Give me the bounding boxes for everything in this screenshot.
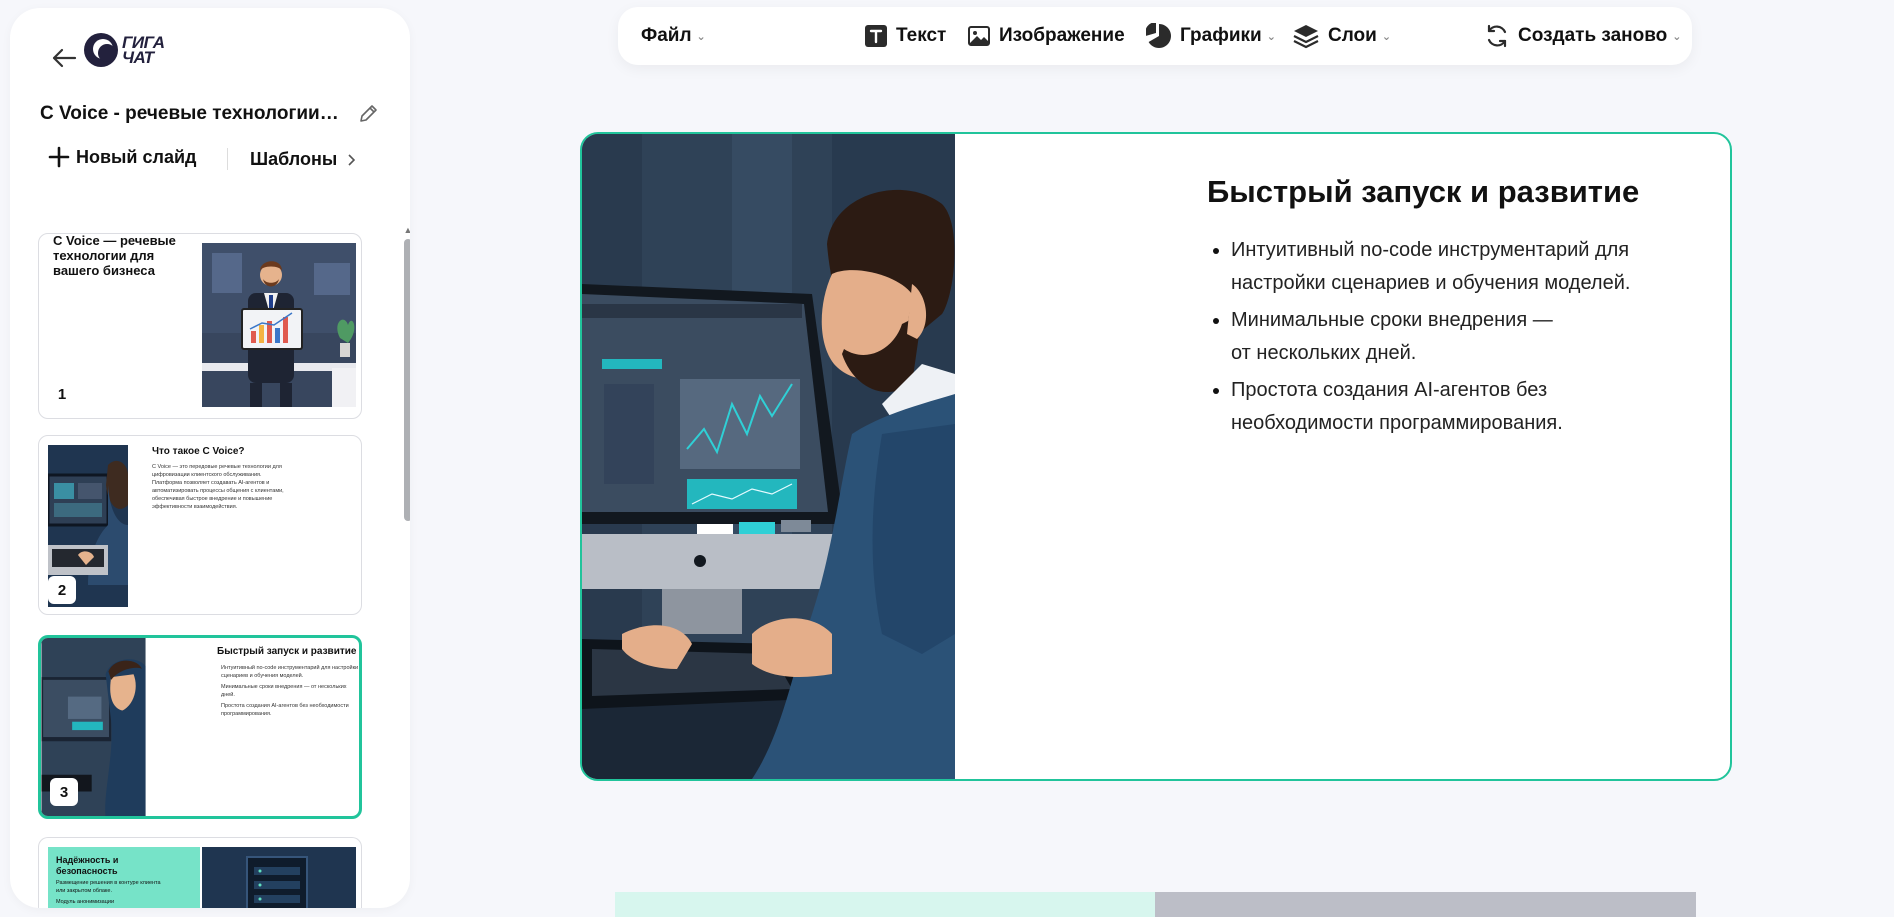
next-slide-panel-left — [615, 892, 1155, 917]
next-slide-panel-right — [1155, 892, 1696, 917]
slide-bullet[interactable]: Простота создания AI-агентов без необход… — [1207, 374, 1707, 440]
image-icon — [968, 26, 990, 46]
thumb-bullet: Простота создания AI-агентов без необход… — [221, 703, 349, 717]
logo-mark-icon — [84, 33, 118, 67]
file-menu-label: Файл — [641, 25, 692, 46]
thumb-bullet: Размещение решения в контуре клиента или… — [56, 880, 161, 894]
thumb-panel: Надёжность и безопасность Размещение реш… — [48, 847, 200, 908]
thumb-title: Надёжность и безопасность — [56, 855, 119, 876]
thumb-bullets: Размещение решения в контуре клиента или… — [56, 879, 166, 906]
pie-chart-icon — [1146, 23, 1171, 48]
thumb-title: С Voice — речевые технологии для вашего … — [53, 233, 176, 278]
new-slide-label: Новый слайд — [76, 146, 197, 167]
scroll-thumb[interactable] — [404, 239, 410, 521]
arrow-left-icon — [52, 48, 77, 68]
slide-canvas[interactable]: Быстрый запуск и развитие Интуитивный no… — [580, 132, 1732, 781]
layers-icon — [1293, 25, 1319, 49]
text-icon — [865, 25, 887, 47]
gigachat-logo[interactable]: ГИГА ЧАТ — [84, 33, 165, 67]
thumb-bullets: Интуитивный no-code инструментарий для н… — [221, 664, 359, 718]
regenerate-menu[interactable]: Создать заново ⌄ — [1484, 7, 1682, 65]
slide-title[interactable]: Быстрый запуск и развитие — [1207, 174, 1639, 210]
regenerate-label: Создать заново — [1518, 25, 1668, 46]
scroll-up-icon[interactable]: ▲ — [403, 226, 410, 235]
layers-menu-label: Слои — [1328, 25, 1377, 46]
pencil-icon — [360, 105, 377, 122]
editor-toolbar: Файл ⌄ Текст Изображение Графики ⌄ Слои … — [618, 7, 1692, 65]
thumb-title: Что такое С Voice? — [152, 446, 245, 457]
next-slide-preview[interactable] — [615, 892, 1696, 917]
new-slide-button[interactable]: Новый слайд — [48, 146, 196, 168]
sidebar: ГИГА ЧАТ С Voice - речевые технологии ..… — [10, 8, 410, 908]
slide-number: 1 — [48, 380, 76, 408]
templates-button[interactable]: Шаблоны — [250, 149, 356, 170]
text-tool-label: Текст — [896, 25, 947, 46]
divider — [227, 148, 228, 170]
slide-thumbnail-1[interactable]: С Voice — речевые технологии для вашего … — [38, 233, 362, 419]
thumb-bullet: Интуитивный no-code инструментарий для н… — [221, 665, 359, 679]
back-button[interactable] — [40, 38, 88, 78]
file-menu[interactable]: Файл ⌄ — [641, 7, 706, 65]
refresh-icon — [1487, 24, 1507, 48]
layers-menu[interactable]: Слои ⌄ — [1292, 7, 1391, 65]
slide-number: 2 — [48, 576, 76, 604]
thumb-title: Быстрый запуск и развитие — [217, 646, 357, 657]
chevron-down-icon: ⌄ — [1266, 30, 1276, 43]
rename-button[interactable] — [357, 103, 381, 127]
image-tool-label: Изображение — [999, 25, 1125, 46]
text-tool[interactable]: Текст — [864, 7, 946, 65]
chevron-down-icon: ⌄ — [1672, 30, 1682, 43]
thumb-bullet: Модуль анонимизации — [56, 899, 115, 905]
thumb-bullet: Минимальные сроки внедрения — от несколь… — [221, 684, 347, 698]
slide-thumbnail-3[interactable]: Быстрый запуск и развитие Интуитивный no… — [38, 635, 362, 819]
chevron-down-icon: ⌄ — [1381, 30, 1392, 43]
templates-label: Шаблоны — [250, 149, 338, 169]
slide-bullet[interactable]: Интуитивный no-code инструментарий для н… — [1207, 234, 1707, 300]
thumb-illustration-presenter — [202, 243, 356, 407]
slide-illustration-developer[interactable] — [582, 134, 955, 779]
thumb-illustration-server — [202, 847, 356, 908]
slide-bullet[interactable]: Минимальные сроки внедрения — от несколь… — [1207, 304, 1707, 370]
slide-thumbnail-2[interactable]: Что такое С Voice? С Voice — это передов… — [38, 435, 362, 615]
charts-menu[interactable]: Графики ⌄ — [1146, 7, 1276, 65]
thumb-body: С Voice — это передовые речевые технолог… — [152, 464, 284, 510]
scroll-down-icon[interactable]: ▼ — [403, 898, 410, 907]
presentation-title: С Voice - речевые технологии ... — [40, 103, 340, 124]
chevron-right-icon — [348, 153, 356, 166]
image-tool[interactable]: Изображение — [967, 7, 1125, 65]
plus-icon — [48, 146, 70, 168]
slide-number: 3 — [50, 778, 78, 806]
charts-menu-label: Графики — [1180, 25, 1262, 46]
thumbnail-scrollbar[interactable]: ▲ ▼ — [403, 226, 410, 907]
logo-text: ГИГА ЧАТ — [122, 33, 165, 67]
slide-bullet-list[interactable]: Интуитивный no-code инструментарий для н… — [1207, 234, 1707, 444]
chevron-down-icon: ⌄ — [696, 30, 706, 43]
slide-thumbnail-4[interactable]: Надёжность и безопасность Размещение реш… — [38, 837, 362, 908]
